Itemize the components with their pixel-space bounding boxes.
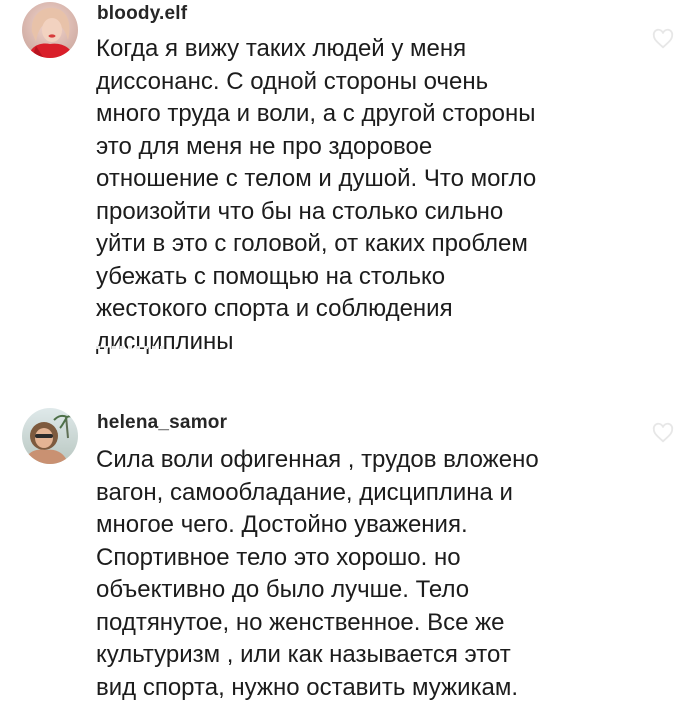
comment-text: Сила воли офигенная , трудов вложено ваг… [96, 446, 539, 701]
heart-icon [652, 422, 674, 443]
comment-username[interactable]: bloody.elf [97, 3, 187, 25]
avatar[interactable] [22, 408, 78, 464]
heart-icon [652, 28, 674, 49]
comment-item: bloody.elf Когда я вижу таких людей у ме… [0, 0, 700, 392]
profile-photo-avatar-icon [22, 2, 78, 58]
comment-username-wrap: helena_samor [97, 412, 247, 438]
comment-text: Когда я вижу таких людей у меня диссонан… [96, 35, 537, 355]
comment-username[interactable]: helena_samor [97, 412, 247, 434]
avatar[interactable] [22, 2, 78, 58]
comment-item: helena_samor Сила воли офигенная , трудо… [0, 392, 700, 701]
profile-photo-avatar-icon [22, 408, 78, 464]
divider [96, 346, 166, 349]
